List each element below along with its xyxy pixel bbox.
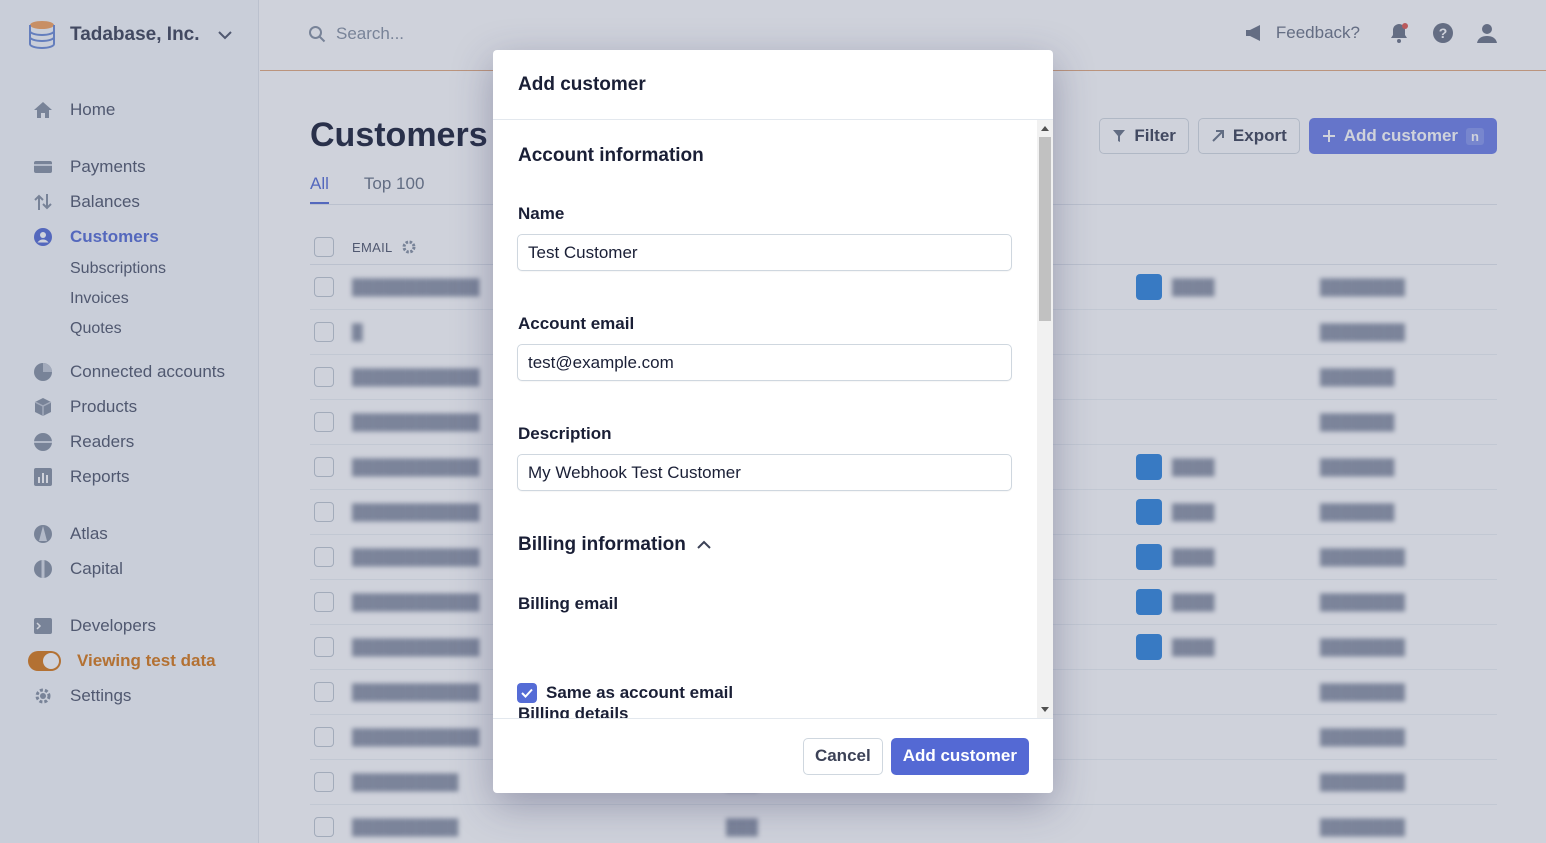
billing-information-heading: Billing information [518,534,686,555]
same-as-account-checkbox[interactable] [517,683,537,703]
scroll-down-arrow[interactable] [1037,702,1053,718]
modal-footer: Cancel Add customer [493,718,1053,793]
modal-body: Account information Name Account email D… [493,120,1053,718]
account-email-label: Account email [518,314,635,333]
description-label: Description [518,424,612,443]
scroll-thumb[interactable] [1039,137,1051,321]
same-as-account-checkbox-row[interactable]: Same as account email [517,683,733,703]
same-as-account-label: Same as account email [546,683,734,702]
cancel-button[interactable]: Cancel [802,737,883,775]
checkmark-icon [521,688,533,698]
billing-information-toggle[interactable]: Billing information [518,534,712,556]
scroll-up-arrow[interactable] [1037,120,1053,136]
billing-details-label: Billing details [518,704,629,718]
account-email-field[interactable] [517,344,1012,381]
billing-email-label: Billing email [518,594,619,613]
add-customer-button[interactable]: Add customer [890,737,1029,775]
name-label: Name [518,204,565,223]
name-field[interactable] [517,234,1012,271]
description-field[interactable] [517,454,1012,491]
account-information-heading: Account information [518,145,704,166]
chevron-up-icon [697,540,711,549]
modal-title: Add customer [493,50,1053,120]
add-customer-modal: Add customer Account information Name Ac… [493,50,1053,793]
modal-scrollbar[interactable] [1037,120,1053,718]
